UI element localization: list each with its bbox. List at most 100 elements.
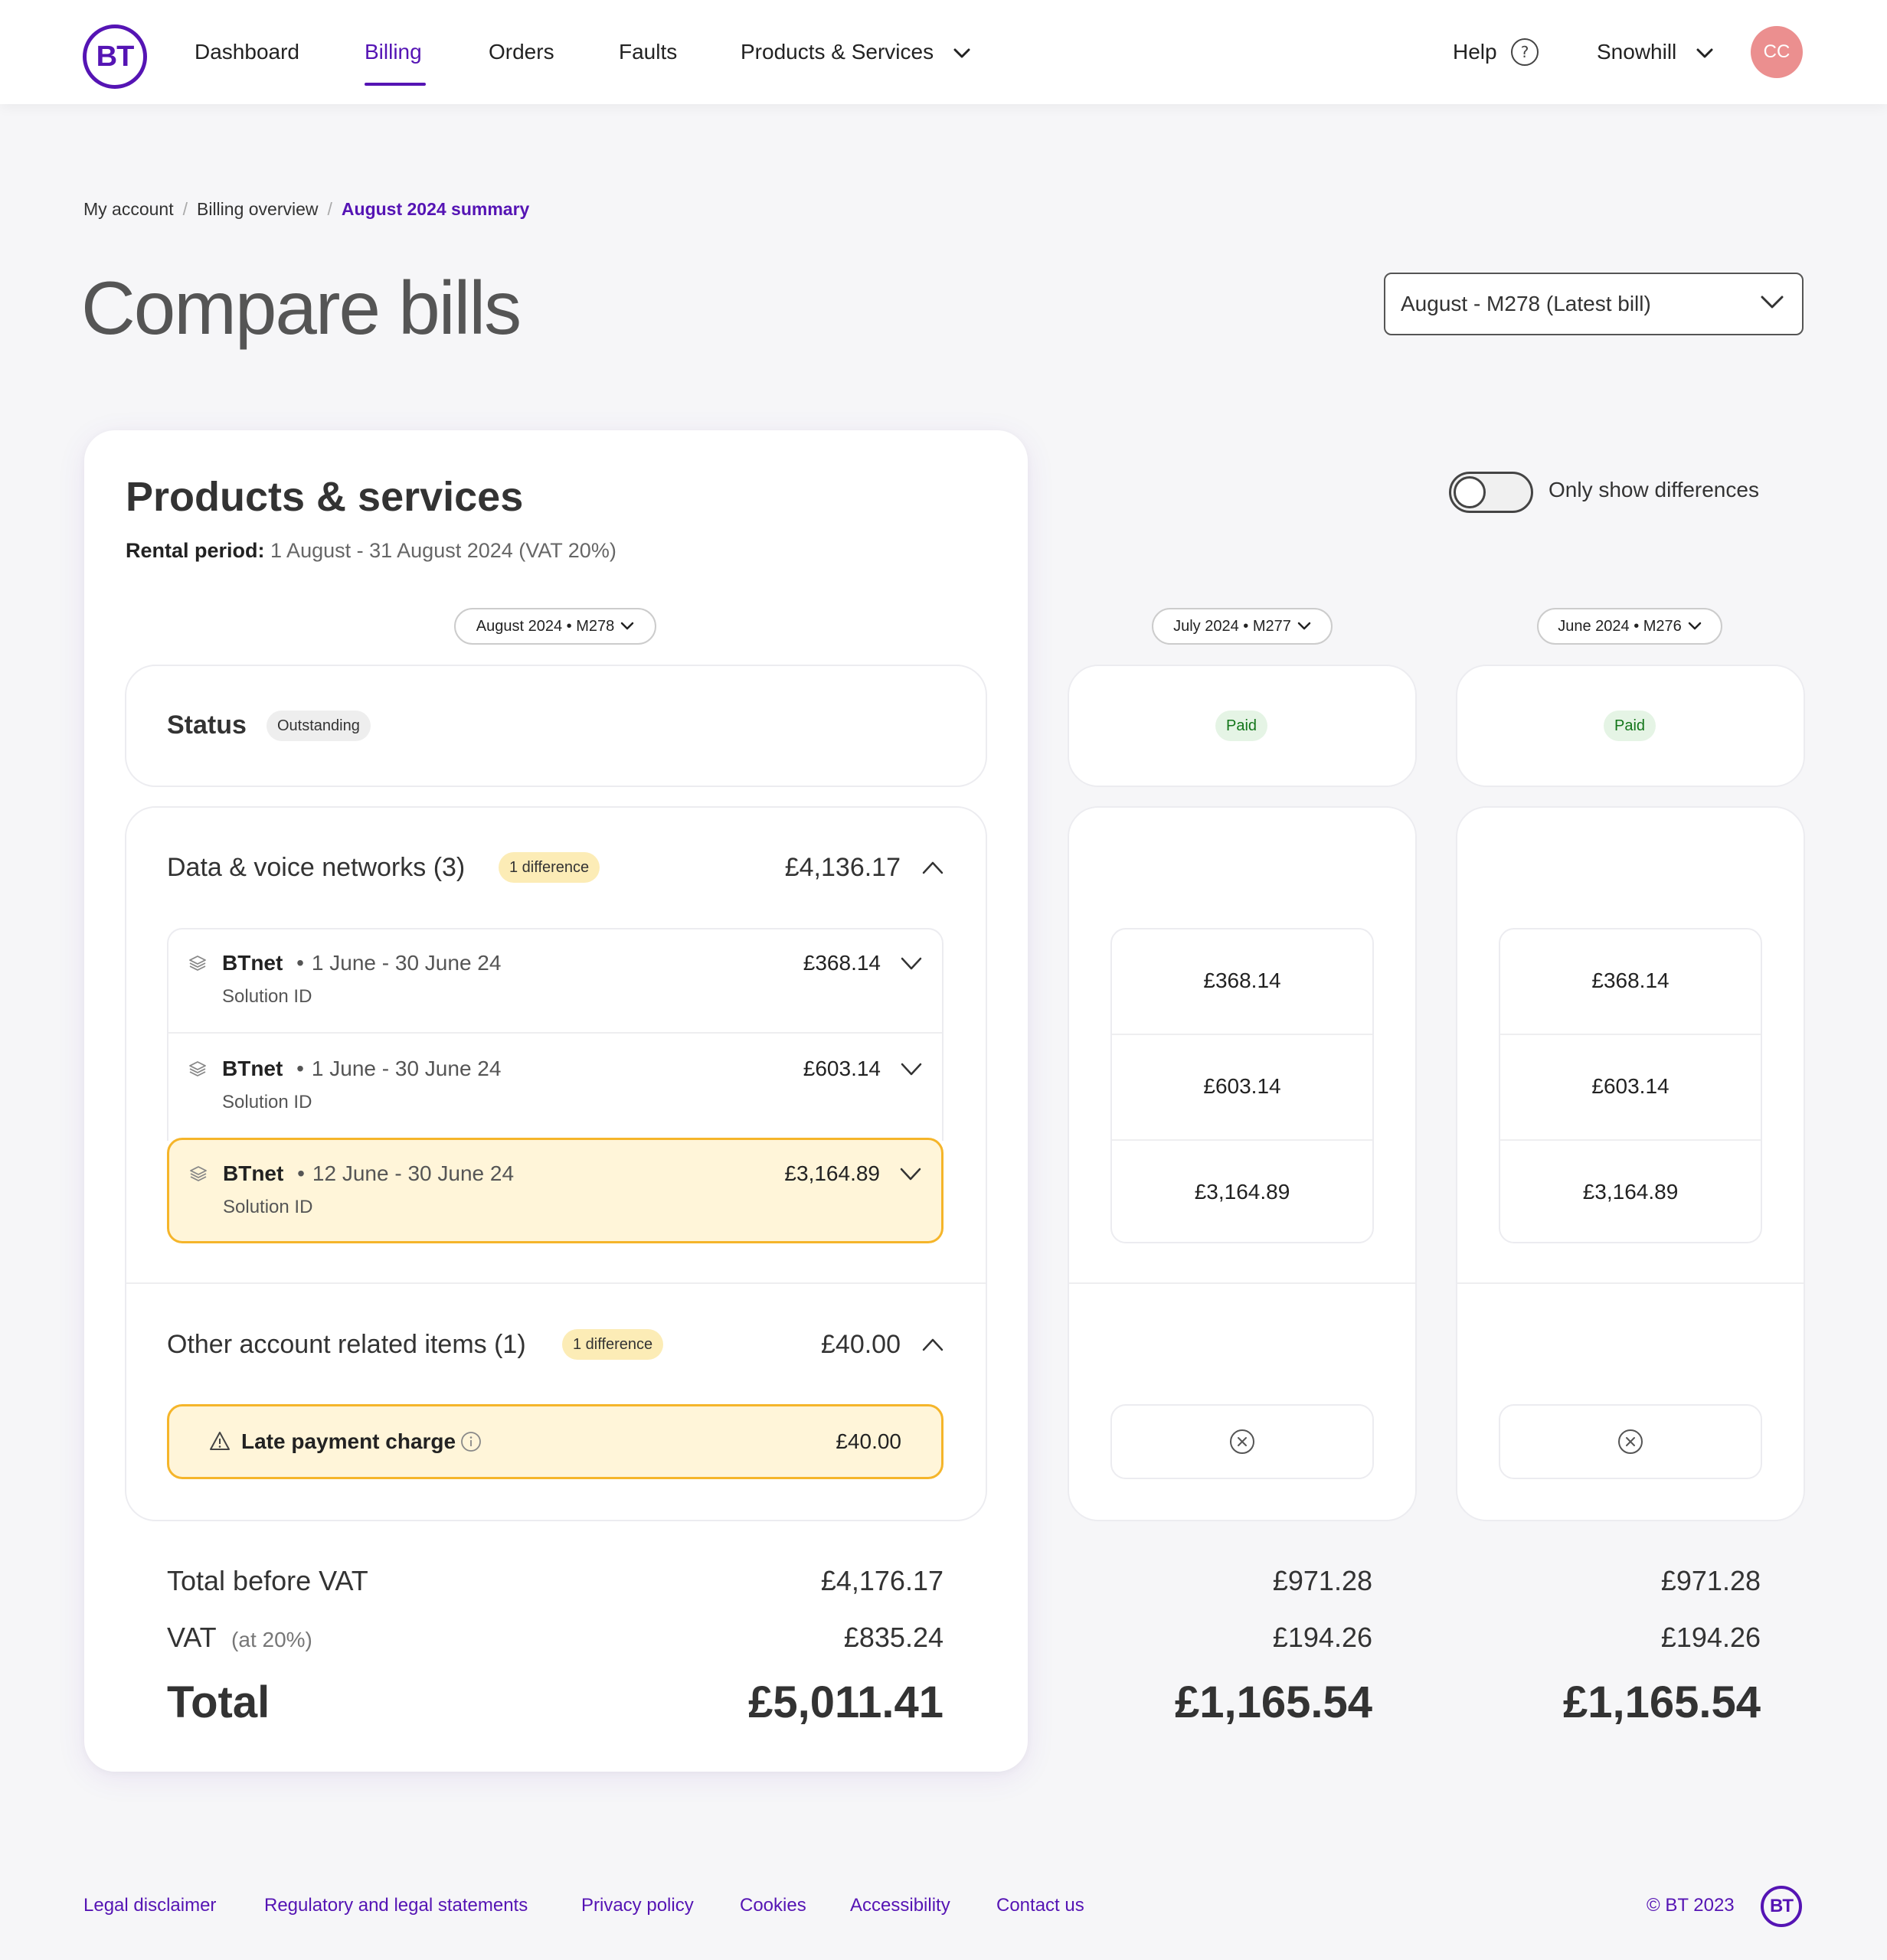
group-divider <box>1069 1282 1415 1284</box>
breadcrumb-separator: / <box>327 199 332 219</box>
breadcrumb-billing-overview[interactable]: Billing overview <box>197 199 319 219</box>
solution-id: Solution ID <box>222 986 312 1007</box>
line-item-amount: £603.14 <box>803 1057 881 1080</box>
vat-rate-note: (at 20%) <box>231 1628 312 1651</box>
product-name: BTnet <box>222 951 283 975</box>
breadcrumb: My account / Billing overview / August 2024 … <box>83 199 529 220</box>
footer-legal-disclaimer[interactable]: Legal disclaimer <box>83 1895 216 1916</box>
footer-privacy-policy[interactable]: Privacy policy <box>581 1895 694 1916</box>
total-before-vat-label: Total before VAT <box>167 1565 368 1596</box>
only-show-differences-toggle[interactable] <box>1449 472 1533 513</box>
vat-label: VAT (at 20%) <box>167 1622 312 1654</box>
jul-vat: £194.26 <box>1272 1622 1372 1653</box>
line-item-amount: £3,164.89 <box>784 1161 880 1185</box>
difference-badge: 1 difference <box>562 1329 664 1360</box>
nav-orders[interactable]: Orders <box>489 35 554 69</box>
bullet: • <box>296 1057 304 1080</box>
footer-bt-logo[interactable]: BT <box>1761 1886 1802 1927</box>
breadcrumb-separator: / <box>182 199 188 219</box>
account-selector[interactable]: Snowhill <box>1597 35 1713 69</box>
aug-total: £5,011.41 <box>748 1677 944 1727</box>
july-amount: £603.14 <box>1203 1074 1281 1098</box>
aug-vat: £835.24 <box>843 1622 944 1653</box>
jun-total: £1,165.54 <box>1562 1677 1761 1727</box>
nav-dashboard[interactable]: Dashboard <box>195 35 299 69</box>
late-payment-charge-item[interactable]: Late payment charge £40.00 <box>167 1404 944 1479</box>
chevron-down-icon[interactable] <box>901 957 922 971</box>
column-label: August 2024 • M278 <box>476 617 615 635</box>
july-amount: £3,164.89 <box>1194 1180 1290 1204</box>
group-divider <box>1457 1282 1804 1284</box>
footer-cookies[interactable]: Cookies <box>740 1895 806 1916</box>
help-label: Help <box>1453 40 1497 64</box>
difference-badge: 1 difference <box>499 852 600 883</box>
not-applicable-icon <box>1618 1429 1643 1454</box>
status-box-august <box>125 665 987 787</box>
only-show-differences-label: Only show differences <box>1549 478 1759 501</box>
column-select-august[interactable]: August 2024 • M278 <box>454 608 656 645</box>
help-link[interactable]: Help ? <box>1453 35 1539 69</box>
chevron-down-icon[interactable] <box>901 1063 922 1076</box>
june-amount: £368.14 <box>1591 969 1670 992</box>
footer-contact-us[interactable]: Contact us <box>996 1895 1084 1916</box>
info-icon[interactable] <box>460 1431 482 1452</box>
late-payment-charge-amount: £40.00 <box>836 1429 901 1453</box>
line-item-name: BTnet • 1 June - 30 June 24 <box>222 1057 501 1081</box>
jun-total-before-vat: £971.28 <box>1660 1565 1761 1596</box>
breadcrumb-current: August 2024 summary <box>341 199 530 219</box>
column-select-july[interactable]: July 2024 • M277 <box>1152 608 1333 645</box>
vat-label-text: VAT <box>167 1622 217 1653</box>
top-navigation-bar: BT Dashboard Billing Orders Faults Produ… <box>0 0 1887 104</box>
status-badge: Paid <box>1604 710 1656 741</box>
billing-period: 1 June - 30 June 24 <box>311 951 502 975</box>
chevron-up-icon[interactable] <box>922 1338 944 1351</box>
product-name: BTnet <box>223 1161 284 1185</box>
nav-products-services-label: Products & Services <box>741 40 934 64</box>
breadcrumb-my-account[interactable]: My account <box>83 199 174 219</box>
chevron-down-icon <box>1761 296 1784 309</box>
chevron-down-icon[interactable] <box>900 1168 921 1181</box>
status-badge: Paid <box>1215 710 1268 741</box>
toggle-knob <box>1454 476 1486 508</box>
account-name: Snowhill <box>1597 40 1677 64</box>
nav-faults[interactable]: Faults <box>619 35 677 69</box>
page-title: Compare bills <box>81 266 522 350</box>
column-label: June 2024 • M276 <box>1558 617 1682 635</box>
bullet: • <box>297 1161 305 1185</box>
billing-period: 12 June - 30 June 24 <box>312 1161 515 1185</box>
bill-select-value: August - M278 (Latest bill) <box>1401 292 1651 315</box>
billing-period: 1 June - 30 June 24 <box>311 1057 502 1080</box>
data-voice-group-total: £4,136.17 <box>784 853 901 882</box>
chevron-up-icon[interactable] <box>922 861 944 874</box>
products-services-title: Products & services <box>126 474 524 520</box>
avatar[interactable]: CC <box>1751 26 1803 78</box>
nav-products-services[interactable]: Products & Services <box>741 35 970 69</box>
product-name: BTnet <box>222 1057 283 1080</box>
column-select-june[interactable]: June 2024 • M276 <box>1537 608 1722 645</box>
line-item-btnet-3[interactable]: BTnet • 12 June - 30 June 24 Solution ID … <box>167 1138 944 1243</box>
other-items-group-total: £40.00 <box>821 1330 901 1359</box>
svg-text:?: ? <box>1521 43 1529 61</box>
nav-billing[interactable]: Billing <box>365 35 422 69</box>
layers-icon <box>190 1166 207 1181</box>
other-items-group-title: Other account related items (1) <box>167 1330 526 1359</box>
bill-select-dropdown[interactable]: August - M278 (Latest bill) <box>1384 273 1804 335</box>
help-icon: ? <box>1511 38 1539 66</box>
june-amount: £3,164.89 <box>1582 1180 1679 1204</box>
data-voice-group-title: Data & voice networks (3) <box>167 853 466 882</box>
total-label: Total <box>167 1677 270 1727</box>
line-item-name: BTnet • 1 June - 30 June 24 <box>222 951 501 975</box>
status-badge: Outstanding <box>267 710 371 741</box>
bt-logo[interactable]: BT <box>83 24 147 89</box>
july-late-payment-cell <box>1110 1404 1374 1479</box>
chevron-down-icon <box>1696 48 1713 58</box>
line-item-btnet-2[interactable]: BTnet • 1 June - 30 June 24 Solution ID £… <box>167 1034 944 1139</box>
active-nav-indicator <box>365 83 426 86</box>
not-applicable-icon <box>1230 1429 1254 1454</box>
footer-accessibility[interactable]: Accessibility <box>850 1895 950 1916</box>
group-divider <box>126 1282 986 1284</box>
column-label: July 2024 • M277 <box>1173 617 1291 635</box>
bullet: • <box>296 951 304 975</box>
footer-regulatory-statements[interactable]: Regulatory and legal statements <box>264 1895 528 1916</box>
line-item-btnet-1[interactable]: BTnet • 1 June - 30 June 24 Solution ID £… <box>167 928 944 1034</box>
